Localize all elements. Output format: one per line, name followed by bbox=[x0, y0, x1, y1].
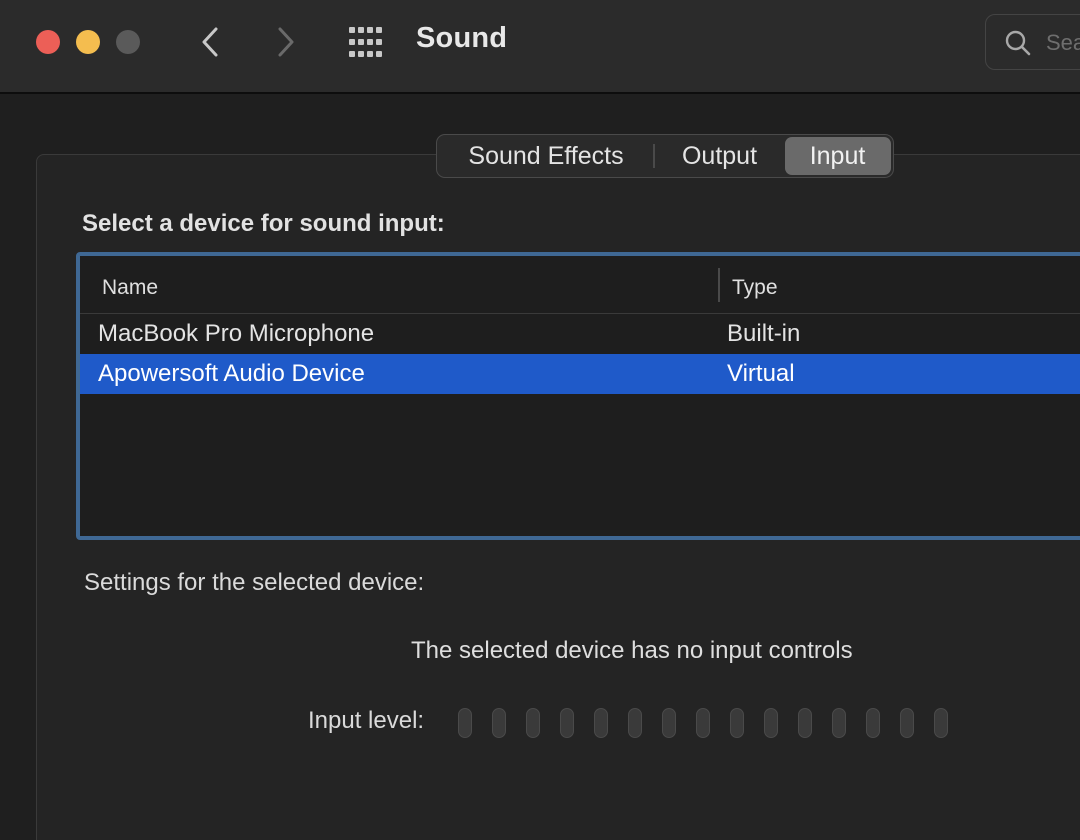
level-meter-segment bbox=[934, 708, 948, 738]
minimize-button[interactable] bbox=[76, 30, 100, 54]
device-type: Virtual bbox=[727, 360, 795, 387]
column-divider[interactable] bbox=[718, 268, 720, 302]
input-device-table[interactable]: Name Type MacBook Pro Microphone Built-i… bbox=[76, 252, 1080, 540]
sound-preferences-window: Sound Sound Effects Output Input Select … bbox=[0, 0, 1080, 840]
level-meter-segment bbox=[662, 708, 676, 738]
input-device-heading: Select a device for sound input: bbox=[82, 210, 445, 237]
level-meter-segment bbox=[900, 708, 914, 738]
input-level-label: Input level: bbox=[308, 707, 425, 734]
level-meter-segment bbox=[832, 708, 846, 738]
table-header: Name Type bbox=[80, 256, 1080, 314]
device-name: MacBook Pro Microphone bbox=[98, 320, 375, 347]
zoom-button[interactable] bbox=[116, 30, 140, 54]
search-input[interactable] bbox=[1046, 29, 1080, 57]
search-field[interactable] bbox=[985, 14, 1080, 70]
level-meter-segment bbox=[492, 708, 506, 738]
show-all-button[interactable] bbox=[346, 24, 388, 60]
level-meter-segment bbox=[764, 708, 778, 738]
level-meter-segment bbox=[594, 708, 608, 738]
level-meter-segment bbox=[866, 708, 880, 738]
tab-sound-effects[interactable]: Sound Effects bbox=[439, 137, 653, 175]
back-button[interactable] bbox=[190, 22, 230, 62]
tab-input[interactable]: Input bbox=[784, 137, 891, 175]
device-type: Built-in bbox=[727, 320, 801, 347]
column-header-name[interactable]: Name bbox=[102, 276, 158, 300]
table-row[interactable]: MacBook Pro Microphone Built-in bbox=[80, 314, 1080, 354]
window-title: Sound bbox=[416, 22, 508, 54]
tab-bar: Sound Effects Output Input bbox=[436, 134, 894, 178]
title-bar: Sound bbox=[0, 0, 1080, 94]
level-meter-segment bbox=[560, 708, 574, 738]
column-header-type[interactable]: Type bbox=[732, 276, 778, 300]
level-meter-segment bbox=[730, 708, 744, 738]
device-name: Apowersoft Audio Device bbox=[98, 360, 365, 387]
grid-icon bbox=[349, 27, 382, 57]
level-meter-segment bbox=[696, 708, 710, 738]
forward-button[interactable] bbox=[266, 22, 306, 62]
search-icon bbox=[1005, 30, 1031, 56]
close-button[interactable] bbox=[36, 30, 60, 54]
level-meter-segment bbox=[628, 708, 642, 738]
chevron-left-icon bbox=[202, 27, 218, 57]
table-row-selected[interactable]: Apowersoft Audio Device Virtual bbox=[80, 354, 1080, 394]
no-controls-message: The selected device has no input control… bbox=[411, 637, 853, 664]
level-meter-segment bbox=[798, 708, 812, 738]
device-settings-heading: Settings for the selected device: bbox=[84, 569, 425, 596]
tab-output[interactable]: Output bbox=[655, 137, 785, 175]
chevron-right-icon bbox=[278, 27, 294, 57]
level-meter-segment bbox=[458, 708, 472, 738]
level-meter-segment bbox=[526, 708, 540, 738]
